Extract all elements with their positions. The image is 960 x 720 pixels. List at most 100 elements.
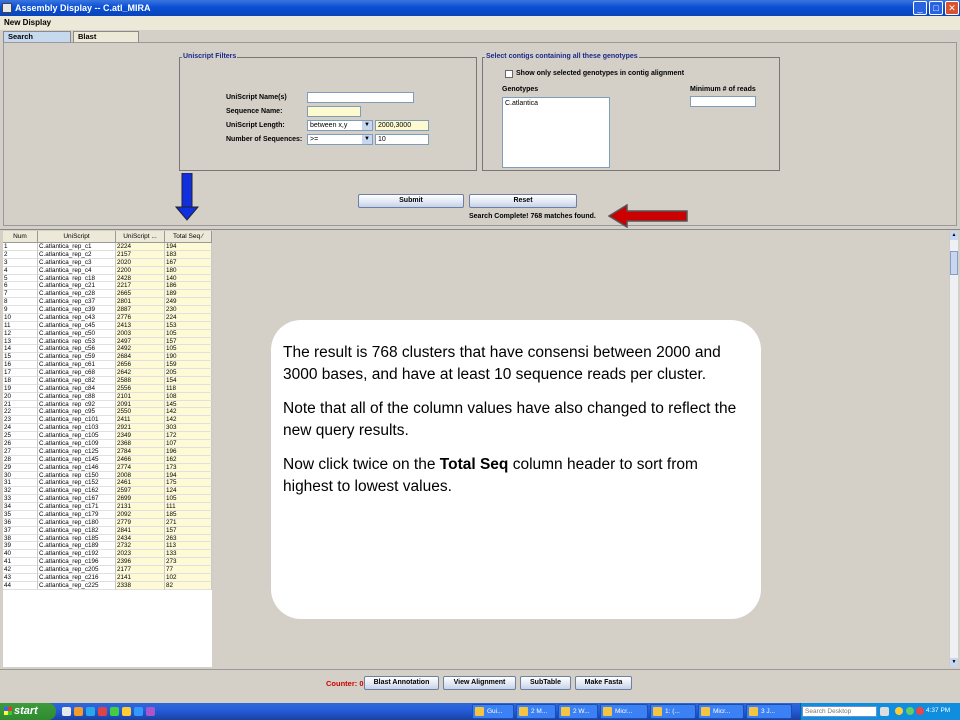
scroll-thumb[interactable] bbox=[950, 251, 958, 275]
maximize-icon[interactable]: □ bbox=[929, 1, 943, 15]
table-row[interactable]: 14 C.atlantica_rep_c56 2492 105 bbox=[3, 345, 212, 354]
table-row[interactable]: 36 C.atlantica_rep_c180 2779 271 bbox=[3, 518, 212, 527]
table-row[interactable]: 42 C.atlantica_rep_c205 2177 77 bbox=[3, 566, 212, 574]
table-row[interactable]: 8 C.atlantica_rep_c37 2801 249 bbox=[3, 298, 212, 307]
table-row[interactable]: 2 C.atlantica_rep_c2 2157 183 bbox=[3, 250, 212, 259]
table-row[interactable]: 19 C.atlantica_rep_c84 2556 118 bbox=[3, 384, 212, 393]
table-row[interactable]: 41 C.atlantica_rep_c196 2396 273 bbox=[3, 558, 212, 567]
table-row[interactable]: 9 C.atlantica_rep_c39 2887 230 bbox=[3, 306, 212, 314]
search-desktop-input[interactable]: Search Desktop bbox=[802, 706, 877, 717]
scroll-up-icon[interactable]: ▲ bbox=[950, 231, 958, 240]
submit-button[interactable]: Submit bbox=[358, 194, 464, 208]
genotype-list[interactable]: C.atlantica bbox=[502, 97, 610, 168]
results-table[interactable]: Num UniScript UniScript ... Total Seq ⁄ … bbox=[3, 231, 212, 667]
minimize-icon[interactable]: _ bbox=[913, 1, 927, 15]
table-row[interactable]: 35 C.atlantica_rep_c179 2092 185 bbox=[3, 510, 212, 519]
length-range-input[interactable]: 2000,3000 bbox=[375, 120, 429, 131]
tray-icon[interactable] bbox=[916, 707, 924, 715]
table-row[interactable]: 12 C.atlantica_rep_c50 2003 105 bbox=[3, 329, 212, 338]
table-row[interactable]: 30 C.atlantica_rep_c150 2008 194 bbox=[3, 471, 212, 480]
table-row[interactable]: 27 C.atlantica_rep_c125 2784 196 bbox=[3, 447, 212, 456]
quicklaunch-app-icon[interactable] bbox=[146, 707, 155, 716]
column-header-uniscript[interactable]: UniScript bbox=[38, 231, 116, 243]
table-row[interactable]: 24 C.atlantica_rep_c103 2921 303 bbox=[3, 424, 212, 433]
table-row[interactable]: 29 C.atlantica_rep_c146 2774 173 bbox=[3, 463, 212, 472]
tray-icon[interactable] bbox=[906, 707, 914, 715]
table-row[interactable]: 34 C.atlantica_rep_c171 2131 111 bbox=[3, 503, 212, 511]
subtable-button[interactable]: SubTable bbox=[520, 676, 571, 690]
table-row[interactable]: 38 C.atlantica_rep_c185 2434 263 bbox=[3, 534, 212, 543]
table-row[interactable]: 13 C.atlantica_rep_c53 2497 157 bbox=[3, 337, 212, 346]
length-operator-select[interactable]: between x,y ▼ bbox=[307, 120, 373, 131]
vertical-scrollbar[interactable]: ▲ ▼ bbox=[949, 231, 958, 667]
table-row[interactable]: 17 C.atlantica_rep_c68 2642 205 bbox=[3, 369, 212, 377]
taskbar-item[interactable]: Gui... bbox=[472, 704, 514, 719]
taskbar-item[interactable]: 3 J... bbox=[746, 704, 792, 719]
taskbar-item[interactable]: Micr... bbox=[600, 704, 648, 719]
make-fasta-button[interactable]: Make Fasta bbox=[575, 676, 632, 690]
counter-label: Counter: 0 bbox=[326, 679, 364, 688]
numseq-operator-select[interactable]: >= ▼ bbox=[307, 134, 373, 145]
quicklaunch-app-icon[interactable] bbox=[110, 707, 119, 716]
tab-blast-annotation[interactable]: Blast Annotation bbox=[73, 31, 139, 51]
taskbar-item[interactable]: 2 W... bbox=[558, 704, 598, 719]
table-row[interactable]: 33 C.atlantica_rep_c167 2699 105 bbox=[3, 495, 212, 504]
search-icon[interactable] bbox=[880, 707, 889, 716]
tab-search-uniscript[interactable]: Search UniScript bbox=[3, 31, 71, 51]
table-row[interactable]: 20 C.atlantica_rep_c88 2101 108 bbox=[3, 392, 212, 401]
table-row[interactable]: 3 C.atlantica_rep_c3 2020 167 bbox=[3, 258, 212, 267]
cell-length: 2784 bbox=[116, 447, 165, 456]
table-row[interactable]: 4 C.atlantica_rep_c4 2200 180 bbox=[3, 266, 212, 275]
quicklaunch-app-icon[interactable] bbox=[98, 707, 107, 716]
genotype-item[interactable]: C.atlantica bbox=[503, 98, 609, 109]
table-row[interactable]: 25 C.atlantica_rep_c105 2349 172 bbox=[3, 432, 212, 440]
table-row[interactable]: 16 C.atlantica_rep_c61 2656 159 bbox=[3, 361, 212, 370]
table-row[interactable]: 10 C.atlantica_rep_c43 2776 224 bbox=[3, 313, 212, 322]
table-row[interactable]: 23 C.atlantica_rep_c101 2411 142 bbox=[3, 416, 212, 425]
table-row[interactable]: 1 C.atlantica_rep_c1 2224 194 bbox=[3, 243, 212, 251]
blast-annotation-button[interactable]: Blast Annotation bbox=[364, 676, 439, 690]
table-row[interactable]: 26 C.atlantica_rep_c109 2368 107 bbox=[3, 440, 212, 448]
table-row[interactable]: 18 C.atlantica_rep_c82 2588 154 bbox=[3, 376, 212, 385]
view-alignment-button[interactable]: View Alignment bbox=[443, 676, 516, 690]
scroll-down-icon[interactable]: ▼ bbox=[950, 658, 958, 667]
cell-num: 31 bbox=[3, 479, 38, 488]
taskbar-item[interactable]: Micr... bbox=[698, 704, 744, 719]
cell-uniscript: C.atlantica_rep_c162 bbox=[38, 487, 116, 496]
numseq-value-input[interactable]: 10 bbox=[375, 134, 429, 145]
quicklaunch-folder-icon[interactable] bbox=[122, 707, 131, 716]
tray-icon[interactable] bbox=[895, 707, 903, 715]
table-row[interactable]: 37 C.atlantica_rep_c182 2841 157 bbox=[3, 526, 212, 535]
taskbar-item[interactable]: 1: (... bbox=[650, 704, 696, 719]
table-row[interactable]: 43 C.atlantica_rep_c216 2141 102 bbox=[3, 573, 212, 582]
quicklaunch-firefox-icon[interactable] bbox=[74, 707, 83, 716]
sequence-name-input[interactable] bbox=[307, 106, 361, 117]
show-selected-genotypes-checkbox[interactable] bbox=[505, 70, 513, 78]
table-row[interactable]: 7 C.atlantica_rep_c28 2665 189 bbox=[3, 290, 212, 299]
table-row[interactable]: 15 C.atlantica_rep_c59 2684 190 bbox=[3, 353, 212, 362]
column-header-num[interactable]: Num bbox=[3, 231, 38, 243]
table-row[interactable]: 44 C.atlantica_rep_c225 2338 82 bbox=[3, 581, 212, 590]
column-header-total-seq[interactable]: Total Seq ⁄ bbox=[165, 231, 212, 243]
column-header-uniscript-length[interactable]: UniScript ... bbox=[116, 231, 165, 243]
min-reads-input[interactable] bbox=[690, 96, 756, 107]
quicklaunch-desktop-icon[interactable] bbox=[62, 707, 71, 716]
cell-length: 2887 bbox=[116, 306, 165, 314]
table-row[interactable]: 40 C.atlantica_rep_c192 2023 133 bbox=[3, 550, 212, 559]
quicklaunch-app-icon[interactable] bbox=[134, 707, 143, 716]
table-row[interactable]: 22 C.atlantica_rep_c95 2550 142 bbox=[3, 408, 212, 417]
table-row[interactable]: 11 C.atlantica_rep_c45 2413 153 bbox=[3, 321, 212, 330]
table-row[interactable]: 21 C.atlantica_rep_c92 2091 145 bbox=[3, 400, 212, 409]
table-row[interactable]: 39 C.atlantica_rep_c189 2732 113 bbox=[3, 542, 212, 551]
menu-new-display[interactable]: New Display bbox=[4, 18, 51, 27]
reset-button[interactable]: Reset bbox=[469, 194, 577, 208]
table-row[interactable]: 32 C.atlantica_rep_c162 2597 124 bbox=[3, 487, 212, 496]
table-row[interactable]: 5 C.atlantica_rep_c18 2428 140 bbox=[3, 274, 212, 283]
table-row[interactable]: 31 C.atlantica_rep_c152 2461 175 bbox=[3, 479, 212, 488]
close-icon[interactable]: ✕ bbox=[945, 1, 959, 15]
table-row[interactable]: 6 C.atlantica_rep_c21 2217 186 bbox=[3, 282, 212, 291]
quicklaunch-ie-icon[interactable] bbox=[86, 707, 95, 716]
taskbar-item[interactable]: 2 M... bbox=[516, 704, 556, 719]
table-row[interactable]: 28 C.atlantica_rep_c145 2466 162 bbox=[3, 455, 212, 464]
uniscript-name-input[interactable] bbox=[307, 92, 414, 103]
